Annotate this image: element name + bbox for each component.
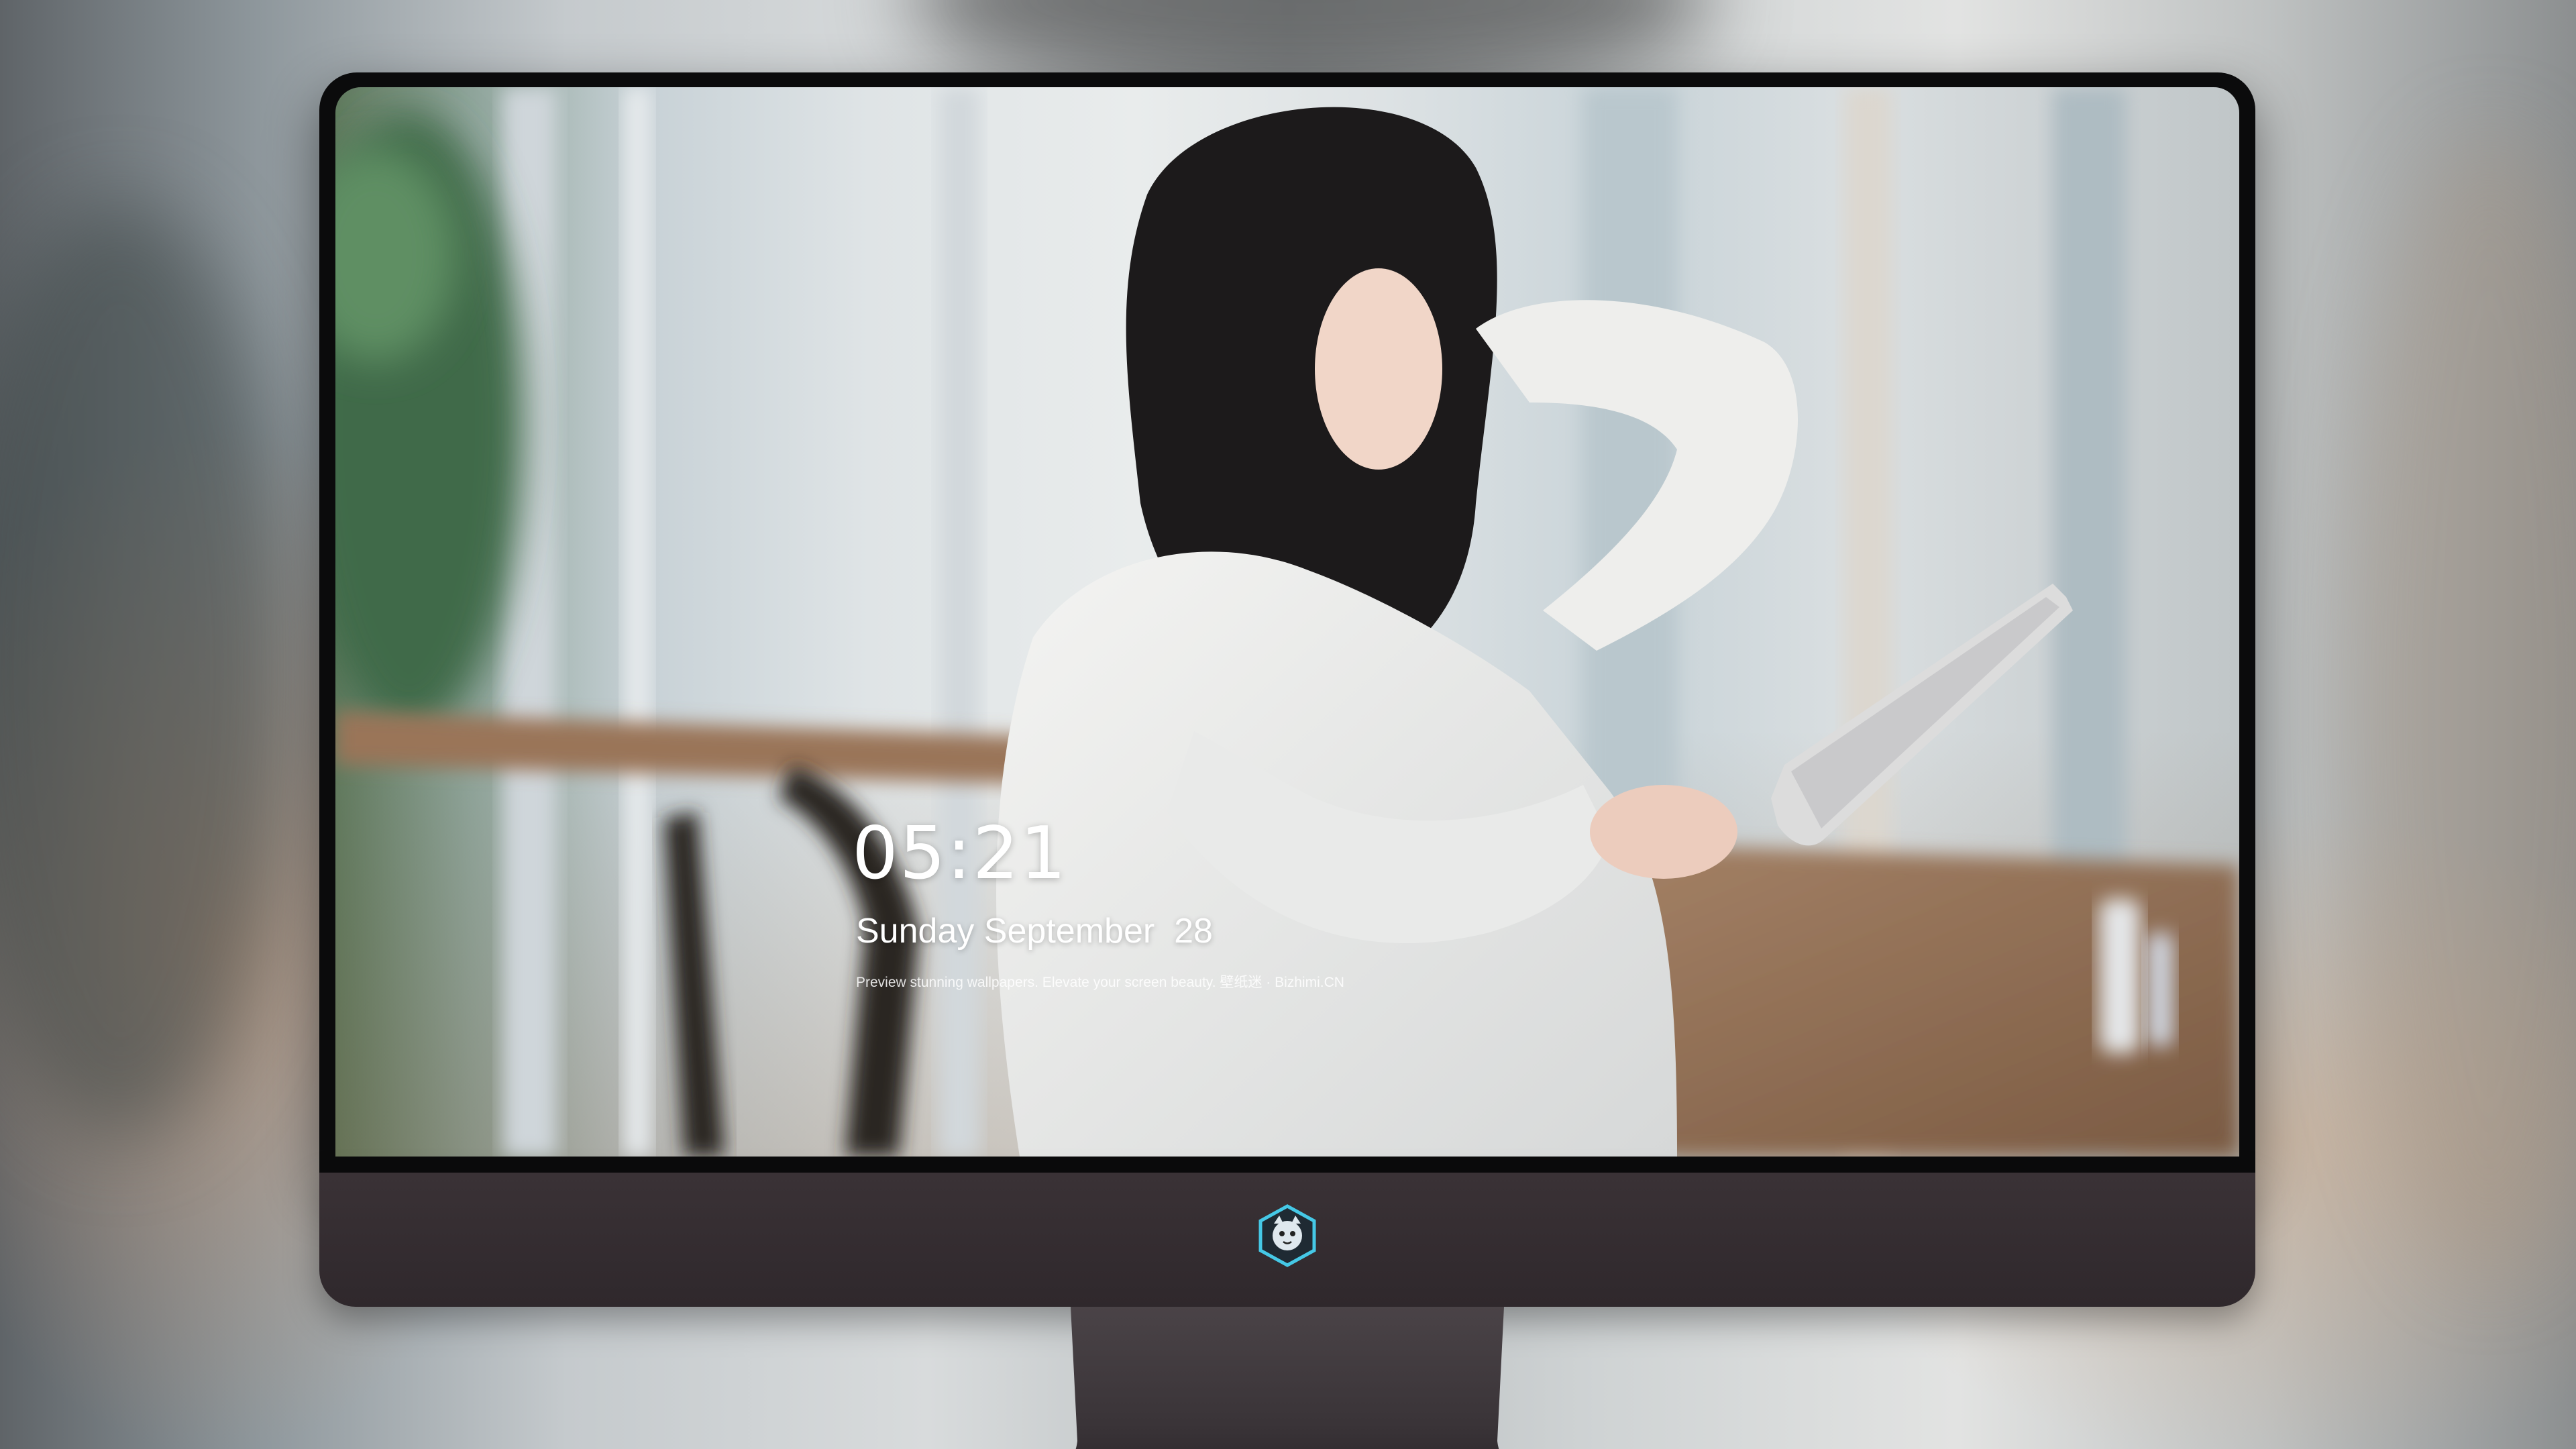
lock-screen-time: 05:21	[852, 812, 1068, 896]
monitor-screen: 05:21 Sunday September 28 Preview stunni…	[335, 87, 2239, 1157]
background-blur-right	[2348, 134, 2576, 1275]
lock-screen-caption: Preview stunning wallpapers. Elevate you…	[856, 975, 1344, 990]
lock-screen-date: Sunday September 28	[856, 912, 1213, 951]
monitor-stand	[1071, 1307, 1504, 1449]
wallpaper	[335, 87, 2239, 1157]
background-blur-left	[0, 201, 295, 1140]
desktop-background: 05:21 Sunday September 28 Preview stunni…	[0, 0, 2576, 1449]
imac-monitor: 05:21 Sunday September 28 Preview stunni…	[319, 72, 2255, 1449]
monitor-chin	[319, 1173, 2255, 1307]
brand-logo-icon	[1258, 1204, 1316, 1267]
monitor-bezel: 05:21 Sunday September 28 Preview stunni…	[319, 72, 2255, 1173]
